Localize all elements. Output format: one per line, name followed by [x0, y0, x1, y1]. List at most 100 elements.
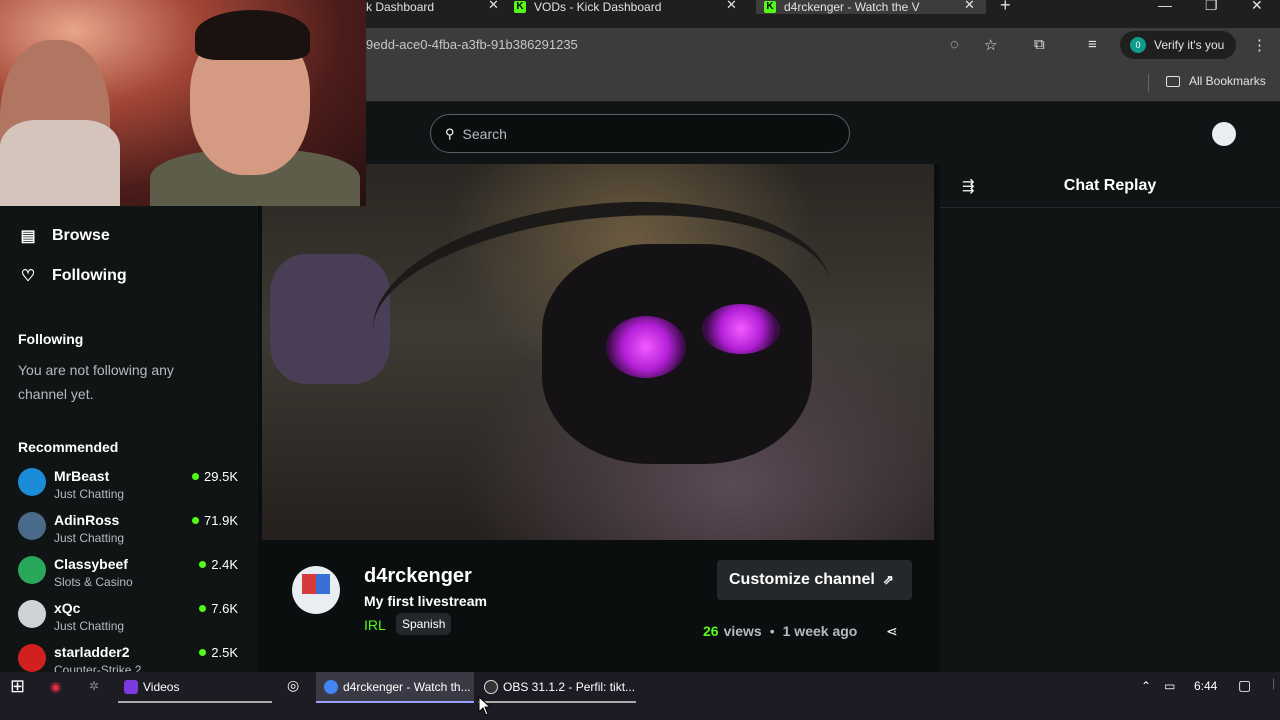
- sidebar: ▤ Browse ♡ Following Following You are n…: [0, 164, 258, 672]
- avatar: [18, 600, 46, 628]
- following-empty-text: You are not following any channel yet.: [18, 362, 174, 402]
- webcam-hair: [195, 10, 310, 60]
- taskbar-label: OBS 31.1.2 - Perfil: tikt...: [503, 680, 636, 694]
- chevron-up-icon[interactable]: ⌃: [1141, 679, 1151, 693]
- app-icon[interactable]: ✲: [89, 679, 99, 693]
- webcam-shirt: [0, 120, 120, 206]
- taskbar-item-chrome[interactable]: d4rckenger - Watch th...: [316, 672, 474, 703]
- stream-title: My first livestream: [364, 593, 487, 609]
- profile-button[interactable]: 0 Verify it's you: [1120, 31, 1236, 59]
- recommended-channel[interactable]: xQc Just Chatting 7.6K: [18, 600, 240, 640]
- language-tag[interactable]: Spanish: [396, 613, 452, 635]
- views-label: views: [723, 623, 762, 639]
- channel-info: d4rckenger My first livestream IRL Spani…: [262, 540, 934, 672]
- menu-icon[interactable]: ⋮: [1252, 36, 1267, 54]
- search-input[interactable]: ⚲ Search: [430, 114, 850, 153]
- avatar-art: [316, 574, 330, 594]
- views-count: 26: [703, 623, 719, 639]
- avatar: [18, 512, 46, 540]
- obs-icon: [484, 680, 498, 694]
- channel-category: Slots & Casino: [54, 575, 133, 589]
- video-player[interactable]: [262, 164, 934, 540]
- browse-icon: ▤: [20, 228, 36, 245]
- tab-vods-dashboard[interactable]: K VODs - Kick Dashboard ✕: [514, 0, 750, 14]
- category-link[interactable]: IRL: [364, 617, 386, 633]
- profile-label: Verify it's you: [1154, 38, 1225, 52]
- live-dot-icon: [199, 561, 207, 568]
- heart-icon: ♡: [20, 268, 36, 285]
- minimize-icon[interactable]: —: [1158, 0, 1172, 13]
- show-desktop[interactable]: |: [1272, 676, 1275, 690]
- channel-avatar[interactable]: [292, 566, 340, 614]
- viewer-count-value: 2.4K: [211, 557, 238, 572]
- tab-label: k Dashboard: [366, 0, 435, 14]
- user-avatar[interactable]: [1212, 122, 1236, 146]
- live-dot-icon: [192, 517, 200, 524]
- taskbar-label: d4rckenger - Watch th...: [343, 680, 471, 694]
- chat-header: ⇶ Chat Replay: [940, 164, 1280, 208]
- customize-label: Customize channel: [729, 571, 875, 588]
- close-icon[interactable]: ✕: [488, 0, 499, 13]
- taskbar-item-obs[interactable]: OBS 31.1.2 - Perfil: tikt...: [478, 672, 636, 703]
- all-bookmarks-button[interactable]: All Bookmarks: [1166, 74, 1266, 88]
- share-icon[interactable]: ⋖: [886, 623, 898, 640]
- new-tab-icon[interactable]: +: [1000, 0, 1011, 16]
- chat-panel: ⇶ Chat Replay: [940, 164, 1280, 672]
- running-indicator: [316, 701, 474, 703]
- webcam-overlay: [0, 0, 366, 206]
- all-bookmarks-label: All Bookmarks: [1189, 74, 1266, 88]
- video-frame-gauge: [702, 304, 780, 354]
- window-close-icon[interactable]: ✕: [1251, 0, 1263, 14]
- recommended-channel[interactable]: Classybeef Slots & Casino 2.4K: [18, 556, 240, 596]
- clock[interactable]: 6:44: [1194, 679, 1217, 693]
- live-dot-icon: [199, 649, 207, 656]
- taskbar-item-videos[interactable]: Videos: [118, 672, 272, 703]
- notifications-icon[interactable]: ▢: [1238, 677, 1251, 694]
- running-indicator: [478, 701, 636, 703]
- customize-channel-button[interactable]: Customize channel ⇗: [717, 560, 912, 600]
- viewer-count-value: 29.5K: [204, 469, 238, 484]
- mouse-cursor-icon: [478, 696, 492, 716]
- star-icon[interactable]: ☆: [984, 36, 997, 54]
- maximize-icon[interactable]: ❐: [1205, 0, 1218, 14]
- kick-logo-icon: K: [764, 1, 776, 13]
- recommended-channel[interactable]: MrBeast Just Chatting 29.5K: [18, 468, 240, 508]
- recommended-channel[interactable]: starladder2 Counter-Strike 2 2.5K: [18, 644, 240, 672]
- following-heading: Following: [18, 331, 84, 347]
- windows-start-icon[interactable]: ⊞: [10, 676, 25, 697]
- url-field[interactable]: 9edd-ace0-4fba-a3fb-91b386291235: [366, 37, 578, 52]
- video-frame-gauge: [606, 316, 686, 378]
- avatar: [18, 468, 46, 496]
- vod-stats: 26 views • 1 week ago: [703, 623, 857, 639]
- extensions-icon[interactable]: ⧉: [1034, 36, 1045, 53]
- close-icon[interactable]: ✕: [726, 0, 737, 13]
- app-icon[interactable]: ◉: [50, 679, 61, 695]
- tab-kick-dashboard[interactable]: k Dashboard ✕: [366, 0, 512, 14]
- close-icon[interactable]: ✕: [964, 0, 975, 13]
- channel-name[interactable]: d4rckenger: [364, 565, 472, 588]
- sidebar-item-label: Following: [52, 267, 127, 284]
- recommended-channel[interactable]: AdinRoss Just Chatting 71.9K: [18, 512, 240, 552]
- search-placeholder: Search: [462, 125, 507, 142]
- network-icon[interactable]: ▭: [1164, 679, 1175, 693]
- viewer-count: 2.5K: [199, 645, 238, 660]
- channel-name: AdinRoss: [54, 512, 120, 528]
- tab-watch-vod[interactable]: K d4rckenger - Watch the V ✕: [756, 0, 986, 14]
- sidebar-item-browse[interactable]: ▤ Browse: [18, 226, 109, 246]
- viewer-count: 29.5K: [192, 469, 238, 484]
- viewer-count-value: 2.5K: [211, 645, 238, 660]
- live-dot-icon: [192, 473, 200, 480]
- vod-age: 1 week ago: [782, 623, 858, 639]
- channel-category: Just Chatting: [54, 487, 125, 501]
- eye-off-icon[interactable]: ◌: [950, 36, 959, 53]
- media-control-icon[interactable]: ≡: [1088, 36, 1097, 53]
- sidebar-item-following[interactable]: ♡ Following: [18, 266, 127, 286]
- chat-title: Chat Replay: [1063, 177, 1157, 194]
- taskbar: ⊞ ◉ ✲ Videos ◎ d4rckenger - Watch th... …: [0, 672, 1280, 720]
- profile-avatar: 0: [1130, 37, 1146, 53]
- recommended-heading: Recommended: [18, 439, 119, 455]
- divider: [1148, 74, 1149, 92]
- chrome-icon[interactable]: ◎: [287, 677, 299, 694]
- viewer-count: 2.4K: [199, 557, 238, 572]
- taskbar-label: Videos: [143, 680, 180, 694]
